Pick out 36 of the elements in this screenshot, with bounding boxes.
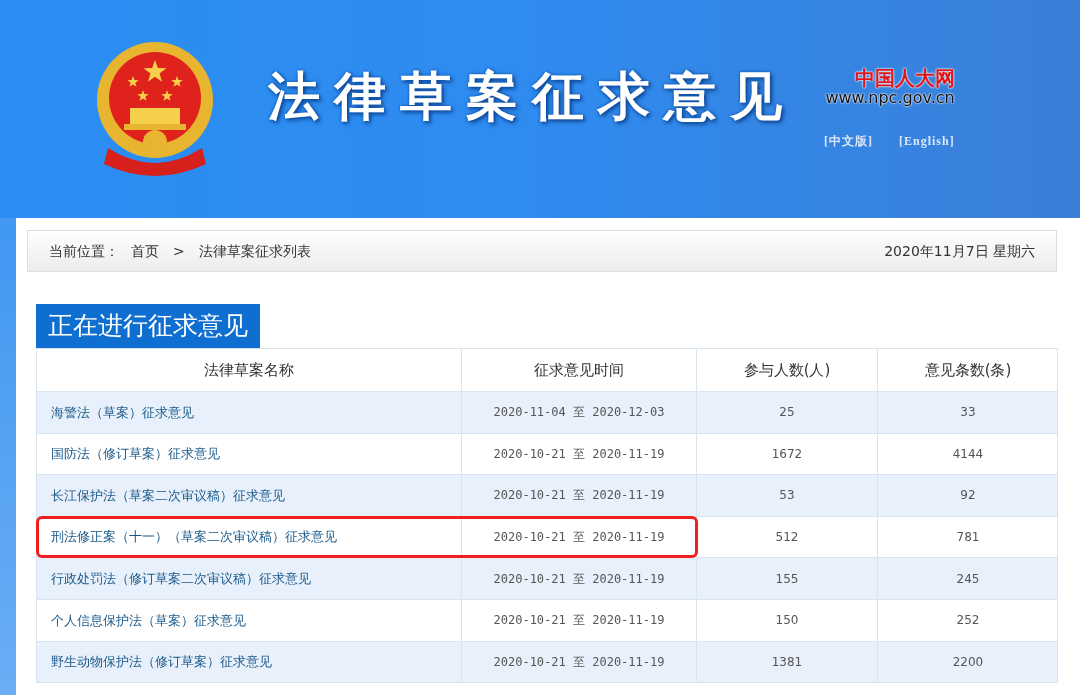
draft-link[interactable]: 野生动物保护法（修订草案）征求意见 <box>51 652 272 672</box>
site-url: www.npc.gov.cn <box>825 88 955 108</box>
table-cell: 150 <box>697 599 878 641</box>
section-heading: 正在进行征求意见 <box>36 304 260 348</box>
table-cell: 53 <box>697 475 878 516</box>
site-logo: 中国人大网 <box>854 68 955 88</box>
draft-link[interactable]: 国防法（修订草案）征求意见 <box>51 444 220 464</box>
table-cell-text: 33 <box>959 404 977 422</box>
date-range: 2020-11-04 至 2020-12-03 <box>493 404 665 422</box>
table-cell-text: 2200 <box>951 653 985 671</box>
table-cell: 25 <box>697 392 878 433</box>
breadcrumb-label: 当前位置： <box>49 241 119 261</box>
date-range: 2020-10-21 至 2020-11-19 <box>493 529 665 547</box>
table-cell-text: 781 <box>955 529 981 547</box>
draft-link[interactable]: 长江保护法（草案二次审议稿）征求意见 <box>51 485 285 506</box>
table-cell-text: 252 <box>955 612 981 630</box>
page-title: 法律草案征求意见 <box>268 70 796 122</box>
current-date: 2020年11月7日 星期六 <box>884 241 1035 261</box>
draft-link[interactable]: 行政处罚法（修订草案二次审议稿）征求意见 <box>51 568 311 589</box>
column-header: 意见条数(条) <box>923 359 1013 381</box>
draft-link[interactable]: 海警法（草案）征求意见 <box>51 402 194 423</box>
date-range: 2020-10-21 至 2020-11-19 <box>493 570 665 588</box>
table-cell: 1381 <box>697 641 878 683</box>
date-range: 2020-10-21 至 2020-11-19 <box>493 445 665 463</box>
draft-link[interactable]: 个人信息保护法（草案）征求意见 <box>51 610 246 630</box>
date-range: 2020-10-21 至 2020-11-19 <box>493 612 665 630</box>
date-range: 2020-10-21 至 2020-11-19 <box>493 487 665 505</box>
table-cell-text: 92 <box>959 487 977 505</box>
breadcrumb-link[interactable]: 首页 <box>131 240 159 262</box>
draft-link[interactable]: 刑法修正案（十一）（草案二次审议稿）征求意见 <box>51 527 337 547</box>
table-cell-text: 4144 <box>951 445 985 463</box>
date-range: 2020-10-21 至 2020-11-19 <box>493 653 665 671</box>
table-cell: 155 <box>697 558 878 599</box>
table-cell-text: 245 <box>955 570 981 588</box>
breadcrumb-link[interactable]: 法律草案征求列表 <box>198 240 311 262</box>
breadcrumb-separator: > <box>173 241 185 261</box>
